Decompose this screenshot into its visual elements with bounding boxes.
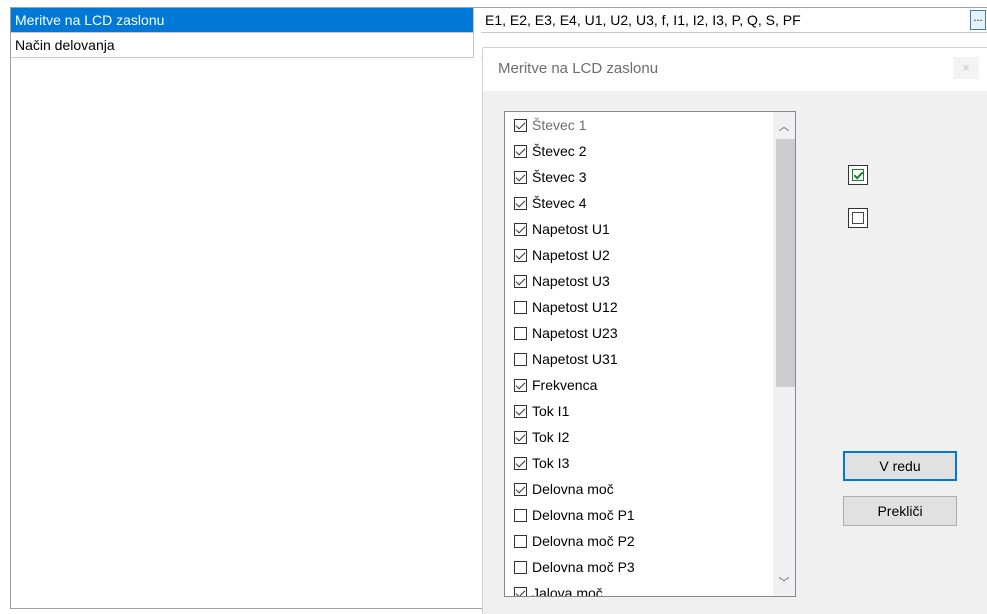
checkbox[interactable] (514, 560, 527, 574)
checklist-item[interactable]: Tok I3 (505, 450, 785, 476)
checklist-items: Števec 1 Števec 2 Števec 3 Števec 4 Napetost… (505, 112, 785, 597)
checkbox[interactable] (514, 118, 527, 132)
cancel-button[interactable]: Prekliči (843, 496, 957, 526)
checklist-item-label: Napetost U23 (532, 325, 618, 341)
checkbox[interactable] (514, 326, 527, 340)
checklist-item[interactable]: Delovna moč P1 (505, 502, 785, 528)
scroll-down-icon[interactable]: ﹀ (773, 572, 795, 594)
checklist-item-label: Števec 2 (532, 143, 587, 159)
checkbox[interactable] (514, 352, 527, 366)
checklist-item[interactable]: Napetost U12 (505, 294, 785, 320)
ok-button[interactable]: V redu (843, 451, 957, 481)
checkbox[interactable] (514, 378, 527, 392)
checkbox[interactable] (514, 170, 527, 184)
checklist-item-label: Tok I3 (532, 455, 570, 471)
checklist-item-label: Jalova moč (532, 585, 603, 597)
checklist-item-label: Števec 3 (532, 169, 587, 185)
checklist-item[interactable]: Števec 2 (505, 138, 785, 164)
checklist-item-label: Delovna moč P2 (532, 533, 635, 549)
checklist-item[interactable]: Tok I2 (505, 424, 785, 450)
checkbox[interactable] (514, 586, 527, 596)
dialog-titlebar[interactable]: Meritve na LCD zaslonu × (483, 48, 987, 91)
vertical-scrollbar[interactable]: ︿ ﹀ (773, 112, 795, 596)
checkbox[interactable] (514, 430, 527, 444)
checklist-item-label: Napetost U2 (532, 247, 610, 263)
checklist-item[interactable]: Frekvenca (505, 372, 785, 398)
checkmark-icon (852, 169, 864, 181)
property-row-lcd-measurements[interactable]: Meritve na LCD zaslonu E1, E2, E3, E4, U… (11, 8, 987, 33)
empty-checkbox-icon (852, 212, 864, 224)
checkbox[interactable] (514, 300, 527, 314)
checkbox[interactable] (514, 144, 527, 158)
property-value-text: E1, E2, E3, E4, U1, U2, U3, f, I1, I2, I… (485, 12, 801, 28)
checklist-item-label: Delovna moč (532, 481, 614, 497)
measurement-checklist[interactable]: Števec 1 Števec 2 Števec 3 Števec 4 Napetost… (504, 111, 796, 597)
checklist-item[interactable]: Števec 3 (505, 164, 785, 190)
checkbox[interactable] (514, 508, 527, 522)
checklist-item-label: Tok I1 (532, 403, 570, 419)
checklist-item-label: Števec 1 (532, 117, 587, 133)
checklist-item[interactable]: Delovna moč (505, 476, 785, 502)
dialog-title: Meritve na LCD zaslonu (498, 60, 659, 77)
scroll-up-icon[interactable]: ︿ (773, 116, 795, 138)
checklist-item-label: Napetost U3 (532, 273, 610, 289)
checklist-item-label: Tok I2 (532, 429, 570, 445)
uncheck-all-button[interactable] (848, 208, 868, 228)
check-all-button[interactable] (848, 165, 868, 185)
checkbox[interactable] (514, 404, 527, 418)
checklist-item[interactable]: Tok I1 (505, 398, 785, 424)
checkbox[interactable] (514, 222, 527, 236)
checkbox[interactable] (514, 456, 527, 470)
checklist-item[interactable]: Napetost U3 (505, 268, 785, 294)
checkbox[interactable] (514, 196, 527, 210)
property-name[interactable]: Meritve na LCD zaslonu (11, 8, 474, 33)
close-button[interactable]: × (953, 57, 979, 79)
checklist-item[interactable]: Napetost U31 (505, 346, 785, 372)
checkbox[interactable] (514, 274, 527, 288)
checklist-item-label: Števec 4 (532, 195, 587, 211)
checklist-item[interactable]: Jalova moč (505, 580, 785, 597)
checklist-item-label: Napetost U1 (532, 221, 610, 237)
checklist-item[interactable]: Števec 4 (505, 190, 785, 216)
checklist-item-label: Napetost U31 (532, 351, 618, 367)
checklist-item[interactable]: Delovna moč P2 (505, 528, 785, 554)
checklist-item-label: Napetost U12 (532, 299, 618, 315)
checkbox[interactable] (514, 534, 527, 548)
checklist-item[interactable]: Števec 1 (505, 112, 785, 138)
checklist-item[interactable]: Delovna moč P3 (505, 554, 785, 580)
checklist-item-label: Frekvenca (532, 377, 598, 393)
checkbox[interactable] (514, 248, 527, 262)
property-value[interactable]: E1, E2, E3, E4, U1, U2, U3, f, I1, I2, I… (481, 8, 987, 33)
scrollbar-thumb[interactable] (776, 139, 795, 387)
ellipsis-button[interactable]: ... (970, 10, 986, 30)
checklist-item-label: Delovna moč P1 (532, 507, 635, 523)
measurements-dialog: Meritve na LCD zaslonu × Števec 1 Števec … (483, 48, 987, 614)
checklist-item[interactable]: Napetost U2 (505, 242, 785, 268)
checklist-item[interactable]: Napetost U1 (505, 216, 785, 242)
checklist-item[interactable]: Napetost U23 (505, 320, 785, 346)
property-name[interactable]: Način delovanja (11, 33, 474, 58)
checkbox[interactable] (514, 482, 527, 496)
checklist-item-label: Delovna moč P3 (532, 559, 635, 575)
